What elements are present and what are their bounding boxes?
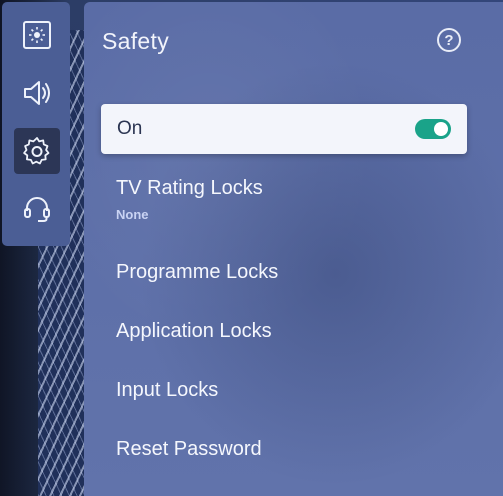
tv-rating-locks-value: None	[116, 207, 149, 222]
rail-item-support[interactable]	[14, 186, 60, 232]
headset-icon	[24, 197, 50, 222]
page-title: Safety	[102, 28, 170, 54]
switch-knob	[434, 122, 448, 136]
menu-item-tv-rating-locks[interactable]: TV Rating Locks	[116, 177, 263, 200]
safety-toggle-switch[interactable]	[415, 119, 451, 139]
question-mark-icon: ?	[444, 31, 454, 49]
rail-item-sound[interactable]	[14, 70, 60, 116]
rail-item-general[interactable]	[14, 128, 60, 174]
gear-icon	[23, 137, 50, 165]
speaker-icon	[24, 81, 50, 105]
rail-item-picture[interactable]	[14, 12, 60, 58]
toggle-label: On	[117, 118, 143, 139]
safety-panel: Safety ? On TV Rating Locks None Program…	[84, 2, 503, 496]
category-rail	[2, 2, 70, 246]
help-button[interactable]: ?	[437, 28, 461, 52]
menu-item-input-locks[interactable]: Input Locks	[116, 379, 218, 402]
menu-item-programme-locks[interactable]: Programme Locks	[116, 261, 278, 284]
panel-background	[84, 2, 503, 496]
safety-toggle-row[interactable]: On	[101, 104, 467, 154]
menu-item-reset-password[interactable]: Reset Password	[116, 438, 262, 461]
picture-icon	[23, 21, 51, 49]
menu-item-application-locks[interactable]: Application Locks	[116, 320, 272, 343]
